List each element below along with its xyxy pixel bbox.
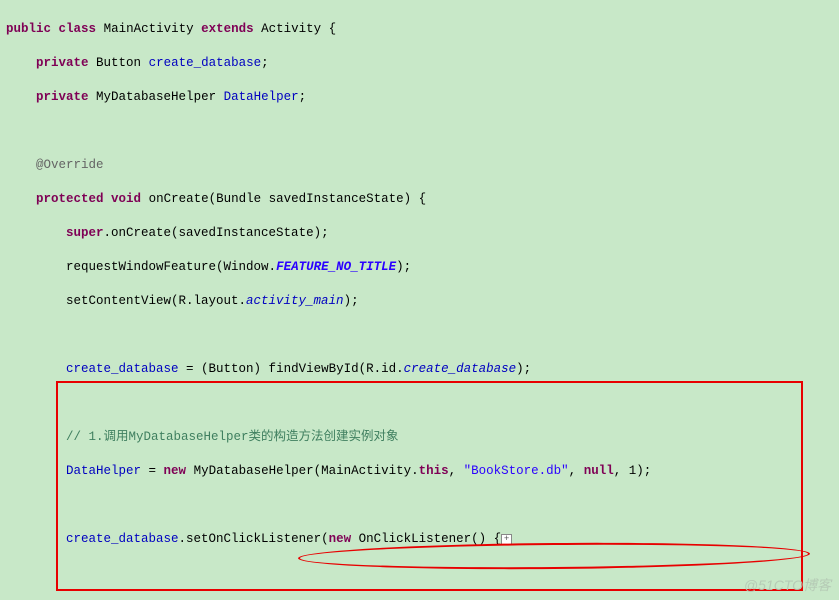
code-line: requestWindowFeature(Window.FEATURE_NO_T… xyxy=(6,259,831,276)
code-editor[interactable]: public class MainActivity extends Activi… xyxy=(0,0,839,600)
code-line: // 1.调用MyDatabaseHelper类的构造方法创建实例对象 xyxy=(6,429,831,446)
fold-icon[interactable]: + xyxy=(501,534,512,545)
code-line: private Button create_database; xyxy=(6,55,831,72)
blank-line xyxy=(6,565,831,582)
code-line: setContentView(R.layout.activity_main); xyxy=(6,293,831,310)
blank-line xyxy=(6,123,831,140)
code-line: create_database = (Button) findViewById(… xyxy=(6,361,831,378)
watermark: @51CTO博客 xyxy=(744,577,831,594)
code-line: private MyDatabaseHelper DataHelper; xyxy=(6,89,831,106)
blank-line xyxy=(6,327,831,344)
blank-line xyxy=(6,497,831,514)
code-line: public class MainActivity extends Activi… xyxy=(6,21,831,38)
code-line: protected void onCreate(Bundle savedInst… xyxy=(6,191,831,208)
blank-line xyxy=(6,395,831,412)
code-line: create_database.setOnClickListener(new O… xyxy=(6,531,831,548)
code-line: super.onCreate(savedInstanceState); xyxy=(6,225,831,242)
code-line: DataHelper = new MyDatabaseHelper(MainAc… xyxy=(6,463,831,480)
code-line: @Override xyxy=(6,157,831,174)
